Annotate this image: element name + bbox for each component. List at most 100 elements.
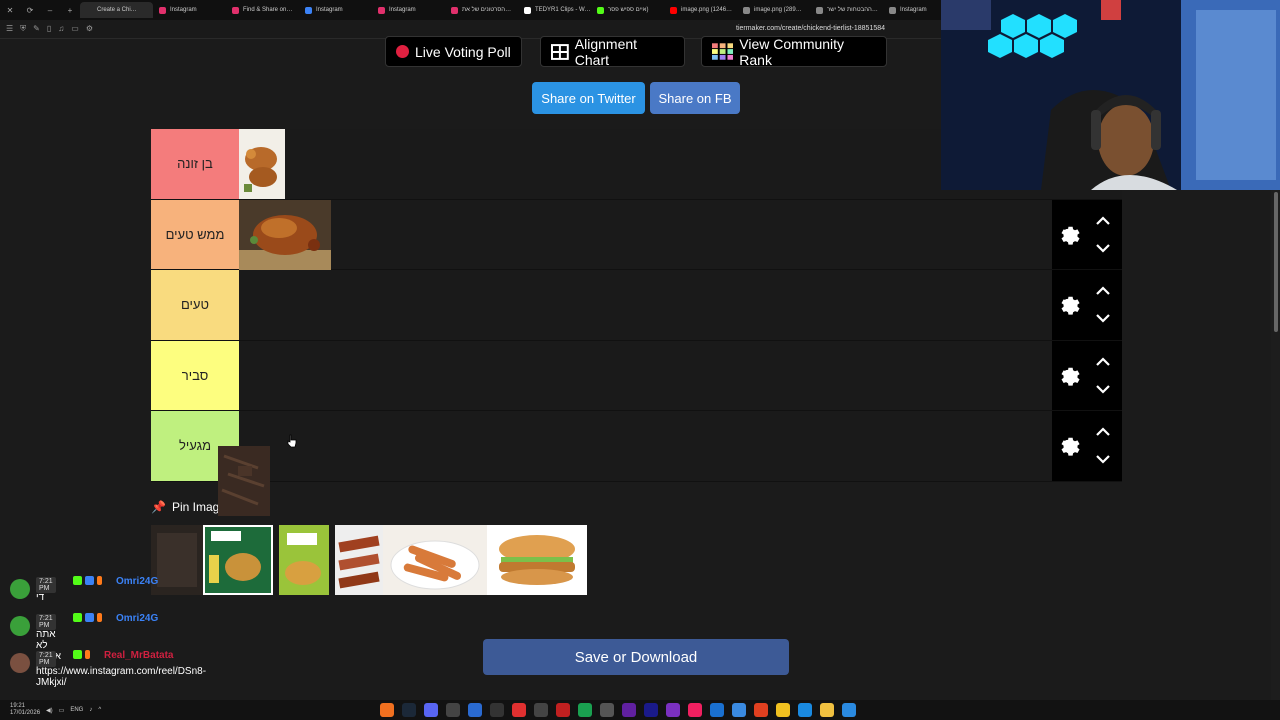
- chevron-down-icon[interactable]: [1094, 453, 1112, 465]
- page-scrollbar[interactable]: [1271, 190, 1280, 700]
- language-indicator[interactable]: ENG: [70, 707, 83, 713]
- tier-row: ממש טעים: [151, 199, 1122, 270]
- taskbar-apps: [380, 703, 856, 717]
- share-twitter-button[interactable]: Share on Twitter: [532, 82, 645, 114]
- reload-icon[interactable]: ⟳: [20, 6, 40, 15]
- chevron-up-icon[interactable]: ^: [98, 707, 101, 713]
- shawarma-image-placeholder[interactable]: [151, 525, 203, 595]
- brave-icon[interactable]: [754, 703, 768, 717]
- app-icon[interactable]: [380, 703, 394, 717]
- tier-controls: [1052, 340, 1122, 410]
- chat-username[interactable]: Omri24G: [116, 613, 158, 624]
- browser-tab[interactable]: Instagram: [299, 2, 372, 18]
- browser-tab[interactable]: image.png (289…: [737, 2, 810, 18]
- browser-tab[interactable]: איים ספיש פסר): [591, 2, 664, 18]
- gear-icon[interactable]: [1057, 364, 1081, 388]
- avatar: [10, 579, 30, 599]
- browser-tab[interactable]: הסרטונים של את…: [445, 2, 518, 18]
- chevron-down-icon[interactable]: [1094, 312, 1112, 324]
- tier-items[interactable]: [239, 270, 1052, 340]
- browser-tab[interactable]: image.png (1246…: [664, 2, 737, 18]
- chevron-up-icon[interactable]: [1094, 285, 1112, 297]
- gear-icon[interactable]: [1057, 434, 1081, 458]
- share-fb-button[interactable]: Share on FB: [650, 82, 740, 114]
- chat-text[interactable]: https://www.instagram.com/reel/DSn8-JMkj…: [36, 666, 206, 688]
- mic-icon[interactable]: ♪: [89, 707, 92, 713]
- tier-items[interactable]: [239, 199, 1052, 270]
- premiere-icon[interactable]: [644, 703, 658, 717]
- browser-tab[interactable]: TEDYR1 Clips - W…: [518, 2, 591, 18]
- menu-icon[interactable]: ☰: [6, 24, 13, 34]
- chat-username[interactable]: Real_MrBatata: [104, 650, 173, 661]
- app-icon[interactable]: [556, 703, 570, 717]
- tier-items[interactable]: [239, 411, 1052, 481]
- dragged-shawarma-image[interactable]: [218, 446, 270, 516]
- shield-icon[interactable]: ⛨: [20, 24, 26, 34]
- twitch-icon[interactable]: [622, 703, 636, 717]
- app-icon[interactable]: [446, 703, 460, 717]
- scrollbar-thumb[interactable]: [1274, 192, 1278, 332]
- discord-icon[interactable]: [424, 703, 438, 717]
- clock[interactable]: 19:21 17/01/2026: [10, 703, 40, 717]
- app-icon[interactable]: [490, 703, 504, 717]
- app-icon[interactable]: [534, 703, 548, 717]
- chicken-burger-image[interactable]: [487, 525, 587, 595]
- live-voting-poll-button[interactable]: Live Voting Poll: [385, 36, 522, 67]
- obs-icon[interactable]: [600, 703, 614, 717]
- url-text[interactable]: tiermaker.com/create/chickend-tierlist-1…: [736, 25, 885, 32]
- chevron-up-icon[interactable]: [1094, 356, 1112, 368]
- close-icon[interactable]: ✕: [0, 6, 20, 15]
- new-tab-icon[interactable]: +: [60, 6, 80, 15]
- chat-timestamp: 7:21 PM: [36, 577, 56, 593]
- music-icon[interactable]: [688, 703, 702, 717]
- settings-icon[interactable]: ⚙: [86, 24, 93, 34]
- pin-images-toggle[interactable]: 📌 Pin Imag: [151, 500, 219, 514]
- sub-badge-icon: [85, 576, 94, 585]
- schnitzel-package-image[interactable]: [203, 525, 273, 595]
- volume-icon[interactable]: ◀): [46, 707, 53, 714]
- minimize-icon[interactable]: –: [40, 6, 60, 15]
- pin-icon[interactable]: ✎: [33, 24, 40, 34]
- roast-chicken-image[interactable]: [239, 199, 331, 270]
- app-icon[interactable]: [578, 703, 592, 717]
- browser-tab[interactable]: ההבטחות של ישר…: [810, 2, 883, 18]
- nuggets-package-image[interactable]: [273, 525, 335, 595]
- gear-icon[interactable]: [1057, 223, 1081, 247]
- chevron-up-icon[interactable]: [1094, 426, 1112, 438]
- tier-label[interactable]: בן זונה: [151, 129, 239, 199]
- windows-icon[interactable]: [842, 703, 856, 717]
- browser-tab[interactable]: Find & Share on…: [226, 2, 299, 18]
- browser-tab[interactable]: Instagram: [372, 2, 445, 18]
- tier-label[interactable]: סביר: [151, 340, 239, 410]
- steam-icon[interactable]: [402, 703, 416, 717]
- chat-username[interactable]: Omri24G: [116, 576, 158, 587]
- tier-items[interactable]: [239, 341, 1052, 411]
- alignment-chart-button[interactable]: Alignment Chart: [540, 36, 685, 68]
- chicken-strips-image[interactable]: [383, 525, 487, 595]
- app-icon[interactable]: [732, 703, 746, 717]
- tabs-icon[interactable]: ▭: [71, 24, 79, 34]
- network-icon[interactable]: ▭: [59, 707, 65, 714]
- chevron-up-icon[interactable]: [1094, 215, 1112, 227]
- tier-label[interactable]: טעים: [151, 270, 239, 340]
- edge-icon[interactable]: [798, 703, 812, 717]
- app-icon[interactable]: [468, 703, 482, 717]
- chrome-icon[interactable]: [776, 703, 790, 717]
- browser-tab[interactable]: Instagram: [153, 2, 226, 18]
- chicken-skewers-image[interactable]: [335, 525, 383, 595]
- app-icon[interactable]: [710, 703, 724, 717]
- save-or-download-button[interactable]: Save or Download: [483, 639, 789, 675]
- music-icon[interactable]: ♫: [58, 24, 64, 34]
- app-icon[interactable]: [512, 703, 526, 717]
- browser-tab[interactable]: Create a Chi…: [80, 2, 153, 18]
- app-icon[interactable]: [666, 703, 680, 717]
- tab-favicon-icon: [524, 6, 531, 14]
- sidebar-icon[interactable]: ▯: [47, 24, 51, 34]
- folder-icon[interactable]: [820, 703, 834, 717]
- gear-icon[interactable]: [1057, 293, 1081, 317]
- tier-label[interactable]: ממש טעים: [151, 199, 239, 269]
- chevron-down-icon[interactable]: [1094, 383, 1112, 395]
- view-community-rank-button[interactable]: View Community Rank: [701, 36, 887, 68]
- grilled-chicken-image[interactable]: [239, 129, 285, 199]
- chevron-down-icon[interactable]: [1094, 242, 1112, 254]
